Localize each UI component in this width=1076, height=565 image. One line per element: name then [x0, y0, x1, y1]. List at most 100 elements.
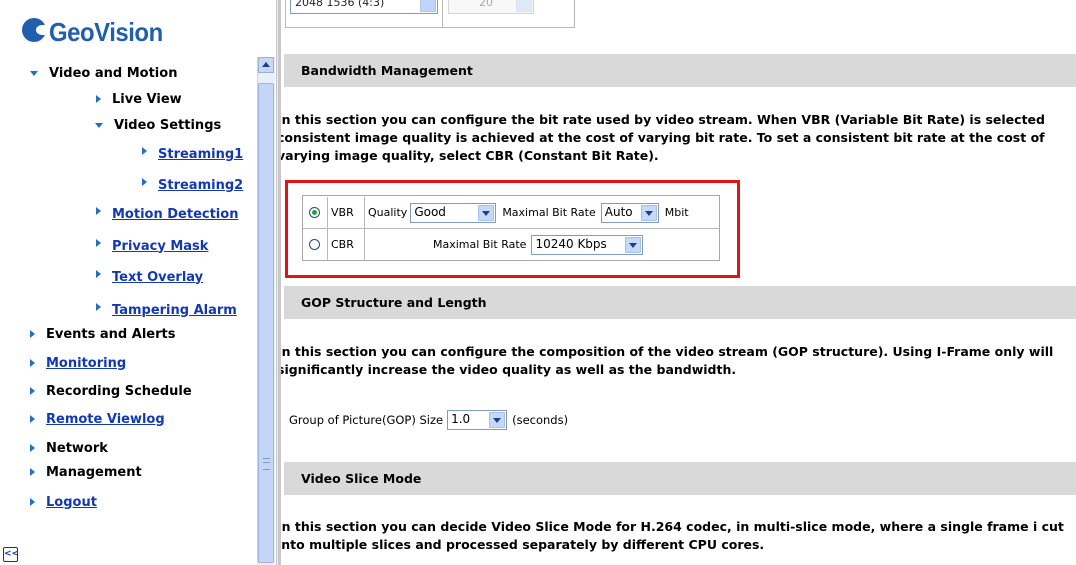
dropdown-arrow-icon: [625, 236, 642, 253]
bandwidth-description: In this section you can configure the bi…: [281, 111, 1076, 165]
gop-unit: (seconds): [512, 413, 569, 427]
resolution-value: 2048 1536 (4:3): [295, 0, 385, 9]
nav-tampering-alarm[interactable]: Tampering Alarm: [96, 301, 237, 319]
collapse-sidebar-button[interactable]: <<: [3, 547, 19, 562]
quality-select[interactable]: Good: [410, 202, 497, 223]
collapsed-arrow-icon: [96, 302, 101, 311]
vbr-radio[interactable]: [309, 207, 320, 218]
description-text: In this section you can configure the bi…: [281, 112, 1045, 163]
vbr-max-bitrate-select[interactable]: Auto: [600, 202, 659, 223]
nav-link[interactable]: Text Overlay: [112, 270, 203, 285]
section-title: Bandwidth Management: [301, 63, 473, 78]
nav-network[interactable]: Network: [30, 439, 108, 457]
nav-streaming1[interactable]: Streaming1: [142, 145, 243, 163]
nav-link[interactable]: Monitoring: [46, 356, 126, 371]
main-content: 2048 1536 (4:3) 20 Bandwidth Management …: [281, 0, 1076, 565]
collapsed-arrow-icon: [30, 444, 35, 452]
nav-label: Video and Motion: [49, 65, 178, 81]
collapsed-arrow-icon: [30, 415, 35, 423]
cbr-max-bitrate-select[interactable]: 10240 Kbps: [531, 234, 644, 255]
dropdown-arrow-icon: [420, 0, 436, 12]
collapsed-arrow-icon: [96, 238, 101, 247]
nav-link[interactable]: Privacy Mask: [112, 239, 208, 254]
scroll-up-icon[interactable]: [258, 57, 274, 73]
nav-monitoring[interactable]: Monitoring: [30, 354, 126, 372]
nav-link[interactable]: Motion Detection: [112, 207, 238, 222]
collapsed-arrow-icon: [30, 330, 35, 338]
cbr-radio-cell: [309, 229, 320, 260]
collapsed-arrow-icon: [30, 468, 35, 476]
gop-size-value: 1.0: [451, 412, 471, 426]
nav-events-and-alerts[interactable]: Events and Alerts: [30, 325, 175, 343]
nav-text-overlay[interactable]: Text Overlay: [96, 268, 203, 286]
slice-description: In this section you can decide Video Sli…: [281, 518, 1076, 554]
cbr-label-cell: CBR: [331, 229, 354, 260]
nav-link[interactable]: Streaming1: [158, 147, 243, 162]
geovision-logo: GeoVision: [22, 12, 173, 52]
collapsed-arrow-icon: [142, 177, 147, 186]
logo-text: GeoVision: [49, 16, 163, 47]
vbr-unit: Mbit: [664, 206, 689, 219]
cbr-radio[interactable]: [309, 239, 320, 250]
gop-section-header: GOP Structure and Length: [284, 285, 1076, 319]
collapsed-arrow-icon: [96, 206, 101, 215]
cell-divider: [442, 0, 443, 27]
dropdown-arrow-icon: [489, 412, 506, 428]
sidebar: GeoVision Video and Motion Live View Vid…: [0, 0, 276, 565]
nav-link[interactable]: Logout: [46, 495, 97, 510]
fps-value: 20: [479, 0, 493, 9]
bitrate-table: VBR Quality Good Maximal Bit Rate Auto M…: [302, 195, 720, 261]
description-text: In this section you can decide Video Sli…: [281, 519, 1064, 552]
nav-live-view[interactable]: Live View: [96, 90, 182, 108]
cbr-row: CBR Maximal Bit Rate 10240 Kbps: [303, 229, 719, 260]
nav-management[interactable]: Management: [30, 463, 142, 481]
nav-link[interactable]: Tampering Alarm: [112, 303, 237, 318]
cell-divider: [364, 229, 365, 260]
collapsed-arrow-icon: [30, 498, 35, 506]
slice-section-header: Video Slice Mode: [284, 461, 1076, 495]
nav-recording-schedule[interactable]: Recording Schedule: [30, 382, 192, 400]
vbr-max-bitrate-label: Maximal Bit Rate: [502, 206, 596, 219]
nav-streaming2[interactable]: Streaming2: [142, 176, 243, 194]
cell-divider: [327, 197, 328, 228]
nav-label: Network: [46, 440, 108, 456]
nav-remote-viewlog[interactable]: Remote Viewlog: [30, 410, 165, 428]
dropdown-arrow-icon: [516, 0, 532, 12]
collapsed-arrow-icon: [96, 269, 101, 278]
gop-size-row: Group of Picture(GOP) Size 1.0 (seconds): [289, 410, 568, 430]
vbr-options-cell: Quality Good Maximal Bit Rate Auto Mbit: [368, 197, 689, 228]
expanded-arrow-icon: [95, 122, 103, 128]
scrollbar-thumb[interactable]: [258, 83, 274, 563]
nav-link[interactable]: Remote Viewlog: [46, 412, 165, 427]
vbr-row: VBR Quality Good Maximal Bit Rate Auto M…: [303, 197, 719, 229]
nav-link[interactable]: Streaming2: [158, 178, 243, 193]
nav-video-settings[interactable]: Video Settings: [95, 116, 221, 134]
nav-video-and-motion[interactable]: Video and Motion: [30, 64, 177, 82]
nav-label: Live View: [112, 91, 182, 107]
resolution-row: 2048 1536 (4:3) 20: [285, 0, 575, 28]
cbr-max-bitrate-value: 10240 Kbps: [535, 236, 607, 251]
section-title: GOP Structure and Length: [301, 295, 487, 310]
gop-size-select[interactable]: 1.0: [447, 410, 508, 430]
bandwidth-section-header: Bandwidth Management: [284, 53, 1076, 87]
gop-description: In this section you can configure the co…: [281, 343, 1076, 379]
nav-privacy-mask[interactable]: Privacy Mask: [96, 237, 208, 255]
sidebar-scrollbar[interactable]: [257, 57, 275, 565]
description-text: In this section you can configure the co…: [281, 344, 1054, 377]
nav-logout[interactable]: Logout: [30, 493, 97, 511]
nav-motion-detection[interactable]: Motion Detection: [96, 205, 238, 223]
gop-size-label: Group of Picture(GOP) Size: [289, 413, 444, 427]
nav-label: Video Settings: [114, 117, 222, 133]
vbr-radio-cell: [309, 197, 320, 228]
resolution-select[interactable]: 2048 1536 (4:3): [290, 0, 438, 14]
nav-label: Events and Alerts: [46, 326, 176, 342]
nav-label: Management: [46, 464, 142, 480]
quality-label: Quality: [368, 206, 408, 219]
quality-value: Good: [414, 204, 446, 219]
collapsed-arrow-icon: [30, 359, 35, 367]
vbr-label-cell: VBR: [331, 197, 354, 228]
collapsed-arrow-icon: [30, 387, 35, 395]
vbr-max-bitrate-value: Auto: [604, 204, 633, 219]
cell-divider: [364, 197, 365, 228]
nav-label: Recording Schedule: [46, 383, 192, 399]
